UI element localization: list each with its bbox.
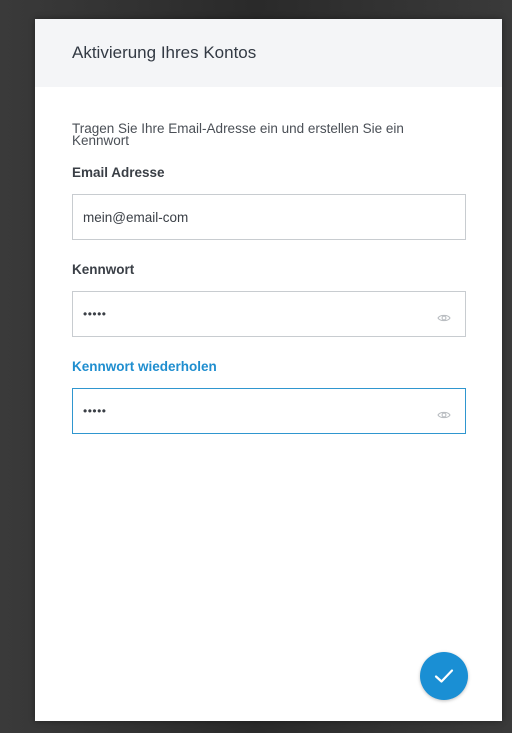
password-repeat-field[interactable]	[73, 389, 465, 433]
password-repeat-field-box	[72, 388, 466, 434]
password-label: Kennwort	[72, 262, 135, 277]
eye-icon[interactable]	[437, 310, 451, 322]
intro-text: Tragen Sie Ihre Email-Adresse ein und er…	[72, 121, 404, 148]
email-label: Email Adresse	[72, 165, 165, 180]
dialog-title: Aktivierung Ihres Kontos	[72, 43, 257, 62]
password-field-box	[72, 291, 466, 337]
confirm-button[interactable]	[420, 652, 468, 700]
email-field-box	[72, 194, 466, 240]
password-field[interactable]	[73, 292, 465, 336]
checkmark-icon	[434, 669, 454, 683]
password-repeat-label: Kennwort wiederholen	[72, 359, 217, 374]
dialog-body: Tragen Sie Ihre Email-Adresse ein und er…	[35, 87, 502, 434]
email-field[interactable]	[73, 195, 465, 239]
dialog-header: Aktivierung Ihres Kontos	[35, 19, 502, 87]
activation-dialog: Aktivierung Ihres Kontos Tragen Sie Ihre…	[35, 19, 502, 721]
eye-icon[interactable]	[437, 407, 451, 419]
